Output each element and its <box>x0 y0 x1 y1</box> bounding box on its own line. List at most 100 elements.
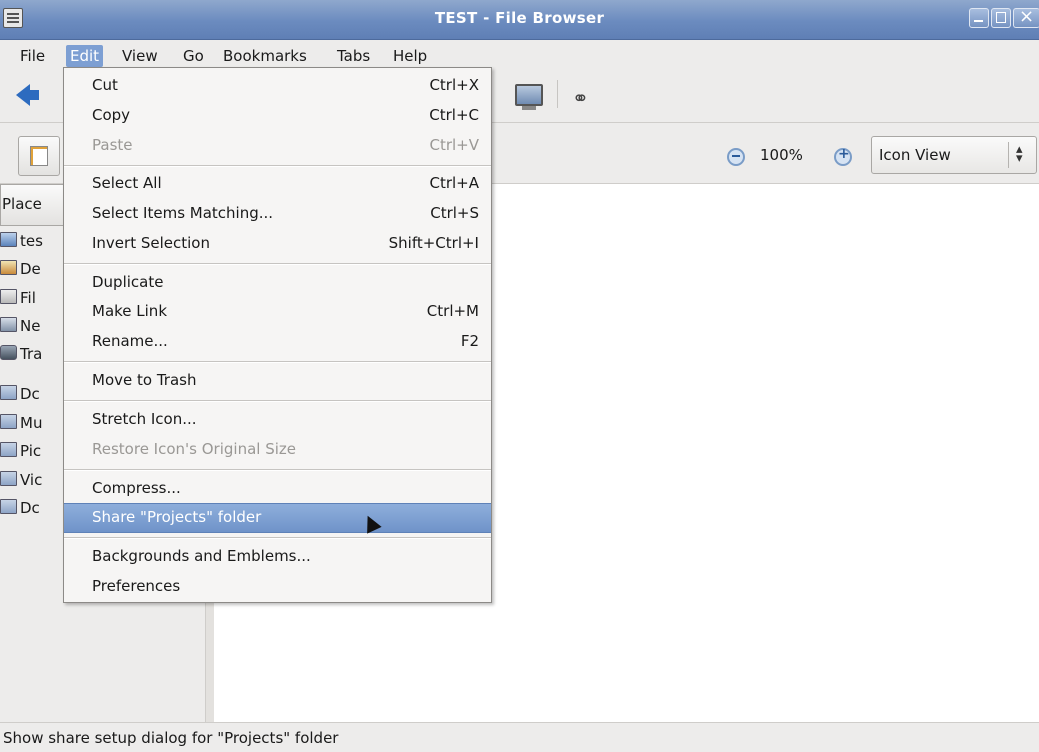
music-folder-icon <box>0 414 17 429</box>
menu-item-invert-selection[interactable]: Invert Selection Shift+Ctrl+I <box>64 230 491 258</box>
menu-view[interactable]: View <box>118 45 162 67</box>
menu-item-label: Invert Selection <box>92 234 210 252</box>
sidebar-item-label: Pic <box>20 442 42 460</box>
maximize-button[interactable] <box>991 8 1011 28</box>
menu-item-shortcut: Ctrl+V <box>429 136 479 154</box>
sidebar-item-videos[interactable]: Vic <box>0 471 42 493</box>
sidebar-item-label: tes <box>20 232 43 250</box>
menu-item-shortcut: Ctrl+A <box>429 174 479 192</box>
menu-item-label: Paste <box>92 136 133 154</box>
back-arrow-icon[interactable] <box>16 84 39 106</box>
menu-item-move-to-trash[interactable]: Move to Trash <box>64 367 491 395</box>
sidebar-item-home[interactable]: tes <box>0 232 43 254</box>
menu-separator <box>64 361 491 363</box>
sidebar-item-label: Dc <box>20 385 40 403</box>
menu-separator <box>64 400 491 402</box>
menu-item-stretch-icon[interactable]: Stretch Icon... <box>64 406 491 434</box>
view-mode-select[interactable]: Icon View ▴ ▾ <box>871 136 1037 174</box>
menu-item-label: Rename... <box>92 332 168 350</box>
menu-bookmarks[interactable]: Bookmarks <box>219 45 311 67</box>
menu-item-select-all[interactable]: Select All Ctrl+A <box>64 170 491 198</box>
status-bar: Show share setup dialog for "Projects" f… <box>0 722 1039 752</box>
menu-item-duplicate[interactable]: Duplicate <box>64 269 491 297</box>
title-bar: TEST - File Browser <box>0 0 1039 40</box>
menu-item-label: Select Items Matching... <box>92 204 274 222</box>
menu-help[interactable]: Help <box>389 45 431 67</box>
menu-item-shortcut: Ctrl+S <box>430 204 479 222</box>
chevron-updown-icon: ▴ ▾ <box>1016 142 1023 166</box>
sidebar-item-network[interactable]: Ne <box>0 317 40 339</box>
menu-separator <box>64 537 491 539</box>
menu-item-share-folder[interactable]: Share "Projects" folder <box>64 503 491 533</box>
filesystem-icon <box>0 289 17 304</box>
sidebar-item-documents[interactable]: Dc <box>0 385 40 407</box>
menu-item-preferences[interactable]: Preferences <box>64 573 491 601</box>
menu-separator <box>64 263 491 265</box>
sidebar-item-label: Fil <box>20 289 36 307</box>
menu-item-label: Duplicate <box>92 273 164 291</box>
videos-folder-icon <box>0 471 17 486</box>
menu-item-label: Make Link <box>92 302 167 320</box>
sidebar-item-label: De <box>20 260 41 278</box>
menu-item-shortcut: Ctrl+X <box>429 76 479 94</box>
home-folder-icon <box>0 232 17 247</box>
sidebar-item-music[interactable]: Mu <box>0 414 42 436</box>
desktop-icon <box>0 260 17 275</box>
sidebar-header-label: Place <box>2 195 42 213</box>
menu-item-backgrounds-emblems[interactable]: Backgrounds and Emblems... <box>64 543 491 571</box>
menu-item-label: Select All <box>92 174 162 192</box>
minimize-button[interactable] <box>969 8 989 28</box>
menu-edit[interactable]: Edit <box>66 45 104 67</box>
menu-separator <box>64 165 491 167</box>
trash-icon <box>0 345 17 360</box>
sidebar-places-select[interactable]: Place <box>0 184 68 226</box>
menu-item-shortcut: Ctrl+C <box>429 106 479 124</box>
pictures-folder-icon <box>0 442 17 457</box>
menu-item-label: Compress... <box>92 479 181 497</box>
network-icon <box>0 317 17 332</box>
sidebar-item-pictures[interactable]: Pic <box>0 442 41 464</box>
menu-file[interactable]: File <box>16 45 49 67</box>
menu-item-label: Share "Projects" folder <box>92 508 262 526</box>
menu-item-select-matching[interactable]: Select Items Matching... Ctrl+S <box>64 200 491 228</box>
menu-go[interactable]: Go <box>179 45 208 67</box>
menu-bar: File Edit View Go Bookmarks Tabs Help <box>0 40 1039 70</box>
sidebar-item-desktop[interactable]: De <box>0 260 41 282</box>
toolbar-separator <box>557 80 558 108</box>
menu-item-restore-icon-size[interactable]: Restore Icon's Original Size <box>64 436 491 464</box>
sidebar-item-trash[interactable]: Tra <box>0 345 42 367</box>
zoom-in-icon[interactable] <box>834 146 852 166</box>
zoom-out-icon[interactable] <box>727 148 745 166</box>
sidebar-item-label: Mu <box>20 414 43 432</box>
menu-item-compress[interactable]: Compress... <box>64 475 491 503</box>
menu-item-shortcut: F2 <box>460 332 479 350</box>
menu-item-label: Move to Trash <box>92 371 197 389</box>
select-divider <box>1008 142 1009 168</box>
menu-item-label: Copy <box>92 106 131 124</box>
zoom-level[interactable]: 100% <box>760 146 803 164</box>
menu-item-label: Backgrounds and Emblems... <box>92 547 311 565</box>
documents-folder-icon <box>0 385 17 400</box>
menu-item-copy[interactable]: Copy Ctrl+C <box>64 102 491 130</box>
menu-tabs[interactable]: Tabs <box>333 45 374 67</box>
view-mode-label: Icon View <box>879 146 951 164</box>
sidebar-item-label: Tra <box>20 345 43 363</box>
menu-separator <box>64 469 491 471</box>
toggle-location-edit-button[interactable] <box>18 136 60 176</box>
menu-item-paste[interactable]: Paste Ctrl+V <box>64 132 491 160</box>
menu-item-label: Stretch Icon... <box>92 410 197 428</box>
sidebar-item-filesystem[interactable]: Fil <box>0 289 36 311</box>
close-button[interactable] <box>1013 6 1039 28</box>
sidebar-item-label: Vic <box>20 471 43 489</box>
status-text: Show share setup dialog for "Projects" f… <box>3 729 339 747</box>
computer-icon[interactable] <box>515 84 543 110</box>
search-binoculars-icon[interactable]: ⚭ <box>572 86 589 110</box>
menu-item-cut[interactable]: Cut Ctrl+X <box>64 72 491 100</box>
sidebar-item-downloads[interactable]: Dc <box>0 499 40 521</box>
menu-item-label: Cut <box>92 76 118 94</box>
menu-item-shortcut: Ctrl+M <box>426 302 479 320</box>
menu-item-shortcut: Shift+Ctrl+I <box>388 234 479 252</box>
downloads-folder-icon <box>0 499 17 514</box>
menu-item-make-link[interactable]: Make Link Ctrl+M <box>64 298 491 326</box>
menu-item-rename[interactable]: Rename... F2 <box>64 328 491 356</box>
